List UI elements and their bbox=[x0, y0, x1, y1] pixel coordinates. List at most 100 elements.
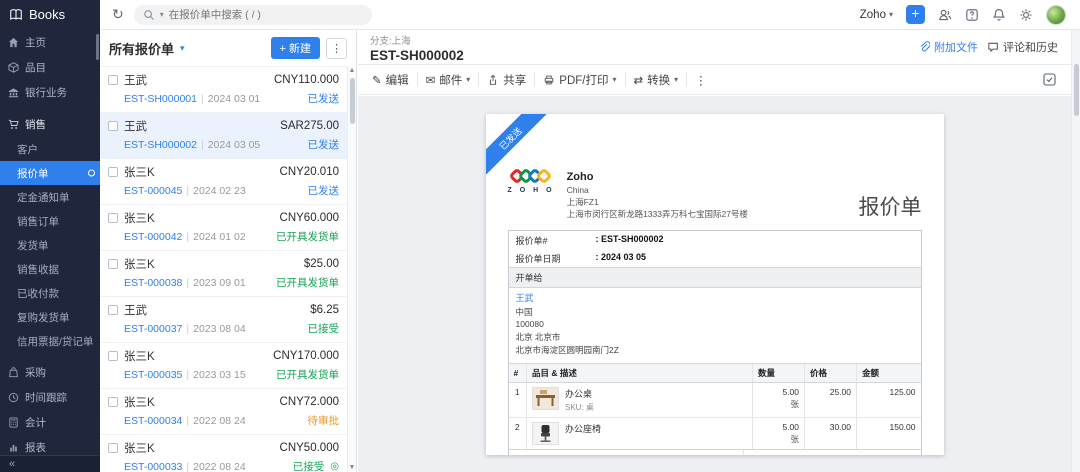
row-checkbox[interactable] bbox=[108, 121, 118, 131]
customer-address: 北京市海淀区圆明园南门2Z bbox=[515, 344, 619, 355]
sidebar-item-label: 会计 bbox=[25, 417, 46, 429]
row-checkbox[interactable] bbox=[108, 443, 118, 453]
estimate-number-link[interactable]: EST-000045 bbox=[124, 185, 182, 197]
list-filter-caret-icon[interactable]: ▾ bbox=[180, 43, 185, 54]
list-item[interactable]: 张三K CNY72.000 EST-000034 | 2022 08 24 待审批 bbox=[100, 388, 347, 434]
app-logo[interactable]: Books bbox=[0, 0, 100, 30]
estimate-number-link[interactable]: EST-SH000002 bbox=[124, 139, 197, 151]
settings-gear-icon[interactable] bbox=[1019, 8, 1033, 22]
customer-zip: 100080 bbox=[515, 319, 544, 330]
sidebar-item-retainer-invoices[interactable]: 定金通知单 bbox=[0, 185, 100, 209]
pdf-print-label: PDF/打印 bbox=[559, 74, 609, 87]
comments-history-button[interactable]: 评论和历史 bbox=[987, 39, 1058, 55]
list-item[interactable]: 张三K CNY20.010 EST-000045 | 2024 02 23 已发送 bbox=[100, 158, 347, 204]
sidebar-item-home[interactable]: 主页 bbox=[0, 30, 100, 55]
estimate-number-link[interactable]: EST-000037 bbox=[124, 323, 182, 335]
checkbox-panel-icon bbox=[1042, 73, 1056, 86]
estimate-number-label: 报价单# bbox=[515, 235, 548, 246]
mail-button[interactable]: ✉ 邮件 ▾ bbox=[420, 69, 477, 91]
estimate-number-link[interactable]: EST-000034 bbox=[124, 415, 182, 427]
row-checkbox[interactable] bbox=[108, 213, 118, 223]
estimates-list: 王武 CNY110.000 EST-SH000001 | 2024 03 01 已发送 … bbox=[100, 66, 347, 472]
row-checkbox[interactable] bbox=[108, 305, 118, 315]
sidebar-item-sales[interactable]: 销售 bbox=[0, 112, 100, 137]
list-item[interactable]: 张三K CNY60.000 EST-000042 | 2024 01 02 已开具发货单 bbox=[100, 204, 347, 250]
sidebar-item-customers[interactable]: 客户 bbox=[0, 137, 100, 161]
window-scrollbar[interactable] bbox=[1071, 30, 1080, 472]
sidebar-item-accountant[interactable]: 会计 bbox=[0, 410, 100, 435]
estimate-number-link[interactable]: EST-SH000001 bbox=[124, 93, 197, 105]
window-scrollbar-thumb[interactable] bbox=[1073, 64, 1079, 116]
sidebar-item-sales-receipts[interactable]: 销售收据 bbox=[0, 257, 100, 281]
convert-button[interactable]: ⇄ 转换 ▾ bbox=[628, 69, 685, 91]
estimate-number-link[interactable]: EST-000042 bbox=[124, 231, 182, 243]
list-item[interactable]: 张三K CNY170.000 EST-000035 | 2023 03 15 已开具发货… bbox=[100, 342, 347, 388]
sidebar-collapse-button[interactable]: « bbox=[0, 455, 100, 472]
status-badge: 已开具发货单 bbox=[276, 231, 339, 243]
quick-create-button[interactable]: + bbox=[906, 5, 925, 24]
collapse-icon: « bbox=[9, 458, 16, 470]
sidebar-item-items[interactable]: 品目 bbox=[0, 55, 100, 80]
row-checkbox[interactable] bbox=[108, 397, 118, 407]
clock-icon bbox=[8, 392, 19, 403]
sidebar-item-credit-notes[interactable]: 信用票据/贷记单 bbox=[0, 329, 100, 353]
sidebar-item-label: 发货单 bbox=[17, 239, 49, 252]
notifications-bell-icon[interactable] bbox=[992, 8, 1006, 22]
list-item[interactable]: 张三K CNY50.000 EST-000033 | 2022 08 24 已接受 ◎ bbox=[100, 434, 347, 472]
sidebar-item-banking[interactable]: 银行业务 bbox=[0, 80, 100, 105]
sidebar-item-invoices[interactable]: 发货单 bbox=[0, 233, 100, 257]
side-panel-toggle-button[interactable] bbox=[1040, 71, 1058, 89]
new-estimate-button[interactable]: + 新建 bbox=[270, 37, 320, 59]
customer-name-link[interactable]: 王武 bbox=[516, 292, 914, 306]
sidebar-item-recurring-invoices[interactable]: 复购发货单 bbox=[0, 305, 100, 329]
sidebar-item-time-tracking[interactable]: 时间跟踪 bbox=[0, 385, 100, 410]
toolbar-divider bbox=[686, 72, 688, 87]
search-bar[interactable]: ▾ bbox=[133, 4, 372, 25]
sidebar-item-sales-orders[interactable]: 销售订单 bbox=[0, 209, 100, 233]
list-more-menu-button[interactable]: ⋮ bbox=[326, 37, 347, 59]
users-icon[interactable] bbox=[938, 8, 952, 22]
share-button[interactable]: 共享 bbox=[481, 69, 532, 91]
row-checkbox[interactable] bbox=[108, 351, 118, 361]
date: 2023 09 01 bbox=[193, 276, 246, 289]
scroll-up-icon[interactable]: ▲ bbox=[348, 67, 356, 74]
list-item[interactable]: 王武 CNY110.000 EST-SH000001 | 2024 03 01 已发送 bbox=[100, 66, 347, 112]
attach-file-button[interactable]: 附加文件 bbox=[918, 39, 978, 55]
row-checkbox[interactable] bbox=[108, 75, 118, 85]
more-actions-button[interactable]: ⋮ bbox=[689, 70, 713, 90]
list-item-selected[interactable]: 王武 SAR275.00 EST-SH000002 | 2024 03 05 已发送 bbox=[100, 112, 347, 158]
list-title[interactable]: 所有报价单 bbox=[109, 39, 174, 58]
row-checkbox[interactable] bbox=[108, 167, 118, 177]
sidebar-item-label: 销售 bbox=[25, 119, 46, 131]
user-avatar[interactable] bbox=[1046, 4, 1066, 25]
search-scope-caret-icon[interactable]: ▾ bbox=[160, 10, 164, 19]
paperclip-icon bbox=[920, 41, 930, 52]
sidebar-scrollbar[interactable] bbox=[96, 34, 99, 60]
org-selector[interactable]: Zoho ▾ bbox=[860, 9, 893, 21]
edit-button[interactable]: ✎ 编辑 bbox=[366, 69, 415, 91]
sidebar-item-label: 复购发货单 bbox=[17, 311, 70, 324]
refresh-icon[interactable]: ↻ bbox=[112, 6, 124, 23]
eye-icon[interactable]: ◎ bbox=[330, 461, 339, 472]
item-thumbnail bbox=[532, 386, 559, 410]
pdf-print-button[interactable]: PDF/打印 ▾ bbox=[537, 69, 622, 91]
list-scrollbar[interactable]: ▲ ▼ bbox=[347, 66, 356, 472]
sidebar-item-payments-received[interactable]: 已收付款 bbox=[0, 281, 100, 305]
separator: | bbox=[186, 230, 190, 243]
chevron-down-icon: ▾ bbox=[466, 75, 471, 84]
row-checkbox[interactable] bbox=[108, 259, 118, 269]
list-scrollbar-thumb[interactable] bbox=[349, 78, 355, 124]
document-type-title: 报价单 bbox=[858, 196, 922, 220]
estimate-number-link[interactable]: EST-000038 bbox=[124, 277, 182, 289]
sidebar-item-estimates[interactable]: 报价单 bbox=[0, 161, 100, 185]
search-input[interactable] bbox=[168, 8, 339, 21]
list-item[interactable]: 王武 $6.25 EST-000037 | 2023 08 04 已接受 bbox=[100, 296, 347, 342]
sidebar-item-purchases[interactable]: 采购 bbox=[0, 360, 100, 385]
date: 2024 03 05 bbox=[207, 138, 261, 151]
toolbar-divider bbox=[478, 72, 480, 87]
estimate-number-link[interactable]: EST-000035 bbox=[124, 369, 182, 381]
estimate-number-link[interactable]: EST-000033 bbox=[124, 461, 182, 472]
list-item[interactable]: 张三K $25.00 EST-000038 | 2023 09 01 已开具发货单 bbox=[100, 250, 347, 296]
scroll-down-icon[interactable]: ▼ bbox=[348, 464, 356, 471]
help-icon[interactable] bbox=[965, 8, 979, 22]
